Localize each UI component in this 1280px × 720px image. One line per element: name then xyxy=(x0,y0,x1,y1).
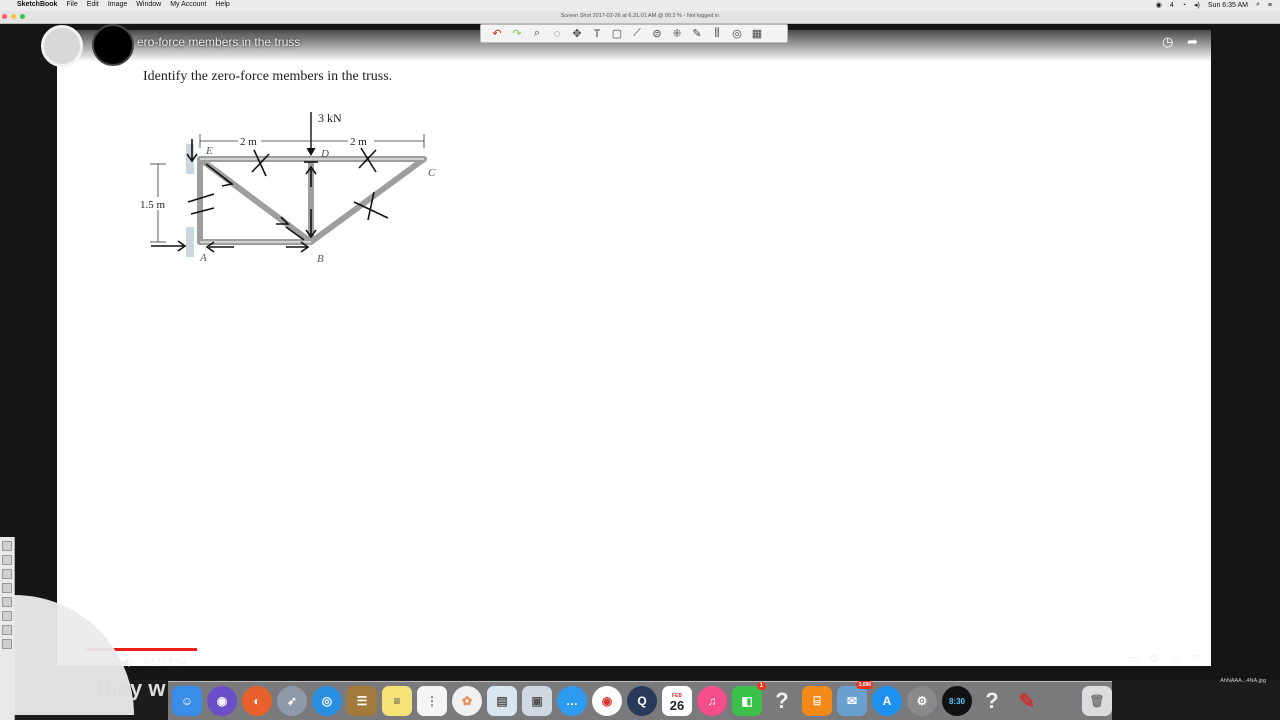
quicktime-icon[interactable]: Q xyxy=(627,686,657,716)
progress-bar[interactable] xyxy=(85,648,1200,651)
menu-file[interactable]: File xyxy=(66,1,77,8)
firefox-icon[interactable]: ◐ xyxy=(242,686,272,716)
menu-image[interactable]: Image xyxy=(108,1,127,8)
photos-icon[interactable]: ✿ xyxy=(452,686,482,716)
fullscreen-exit-icon[interactable]: ⤧ xyxy=(1192,654,1200,665)
chrome-icon[interactable]: ◉ xyxy=(592,686,622,716)
spotlight-icon[interactable]: ⌕ xyxy=(1256,1,1260,9)
truss-diagram: 3 kN 2 m 2 m 1.5 m E D C A B xyxy=(140,111,436,265)
window-title: Screen Shot 2017-02-26 at 6.31.01 AM @ 9… xyxy=(560,13,720,19)
notifications-icon[interactable]: ≡ xyxy=(1268,2,1272,9)
move-icon[interactable]: ✥ xyxy=(569,27,585,40)
ellipse-icon[interactable]: ⊜ xyxy=(649,27,665,40)
siri-icon[interactable]: ◉ xyxy=(207,686,237,716)
dock: ☺ ◉ ◐ ➶ ◎ ☰ ≡ ⋮ ✿ ▤ ▣ … ◉ Q FEB 26 ♫ ◧ 1… xyxy=(168,681,1112,720)
system-preferences-icon[interactable]: ⚙ xyxy=(907,686,937,716)
cast-icon[interactable]: ▭ xyxy=(1171,654,1180,665)
load-label: 3 kN xyxy=(318,111,342,125)
share-icon[interactable]: ➦ xyxy=(1187,34,1198,50)
app-store-icon[interactable]: A xyxy=(872,686,902,716)
trash-icon[interactable]: 🗑 xyxy=(1082,686,1112,716)
marker-tool-icon[interactable] xyxy=(2,555,12,565)
preview-icon[interactable]: ▤ xyxy=(487,686,517,716)
sketchbook-icon[interactable]: ✎ xyxy=(1012,686,1042,716)
brush-tool-icon[interactable] xyxy=(2,583,12,593)
unknown-app-icon[interactable]: ? xyxy=(767,686,797,716)
undo-icon[interactable]: ↶ xyxy=(489,27,505,40)
player-right-controls: ▭ ⚙ ▭ ⤧ xyxy=(1128,654,1200,665)
ruler-icon[interactable]: ⟋ xyxy=(629,27,645,40)
watch-later-icon[interactable]: ◷ xyxy=(1162,34,1173,50)
brush-color-swatch[interactable] xyxy=(92,24,134,66)
video-player[interactable]: Identify the zero-force members in the t… xyxy=(0,24,1280,680)
node-label-b: B xyxy=(317,253,324,265)
layer-icon[interactable]: ▢ xyxy=(609,27,625,40)
lecture-slide: Identify the zero-force members in the t… xyxy=(57,30,1211,666)
airbrush-tool-icon[interactable] xyxy=(2,597,12,607)
node-label-c: C xyxy=(428,167,436,179)
brush-properties-icon[interactable]: ⫼ xyxy=(709,27,725,40)
node-label-e: E xyxy=(205,145,213,157)
menu-help[interactable]: Help xyxy=(215,1,229,8)
reminders-icon[interactable]: ⋮ xyxy=(417,686,447,716)
desktop-file-label[interactable]: AhNAAA...4NA.jpg xyxy=(1220,678,1266,684)
wall-support-bottom xyxy=(186,227,194,257)
fill-tool-icon[interactable] xyxy=(2,639,12,649)
dimension-height: 1.5 m xyxy=(140,199,166,211)
window-titlebar: Screen Shot 2017-02-26 at 6.31.01 AM @ 9… xyxy=(0,11,1280,24)
clock-icon[interactable]: 8:30 xyxy=(942,686,972,716)
contacts-icon[interactable]: ☰ xyxy=(347,686,377,716)
ibooks-icon[interactable]: ⌸ xyxy=(802,686,832,716)
volume-icon[interactable]: ◂) xyxy=(1194,1,1200,9)
image-capture-icon[interactable]: ▣ xyxy=(522,686,552,716)
menu-clock[interactable]: Sun 6:35 AM xyxy=(1208,2,1248,9)
lasso-icon[interactable]: ◌ xyxy=(549,28,565,40)
user-avatar[interactable] xyxy=(41,25,83,67)
video-caption: they w xyxy=(97,676,166,701)
battery-status[interactable]: 4 xyxy=(1170,2,1174,9)
itunes-icon[interactable]: ♫ xyxy=(697,686,727,716)
time-display: 0:12 / 1:54 xyxy=(143,657,186,667)
launchpad-icon[interactable]: ➶ xyxy=(277,686,307,716)
smudge-tool-icon[interactable] xyxy=(2,625,12,635)
menu-edit[interactable]: Edit xyxy=(87,1,99,8)
problem-heading: Identify the zero-force members in the t… xyxy=(143,69,393,84)
menu-my-account[interactable]: My Account xyxy=(170,1,206,8)
sketchbook-toolbar: ↶ ↷ ⌕ ◌ ✥ T ▢ ⟋ ⊜ ⁜ ✎ ⫼ ◎ ▦ xyxy=(480,24,788,43)
settings-icon[interactable]: ⚙ xyxy=(1150,654,1159,665)
redo-icon[interactable]: ↷ xyxy=(509,27,525,40)
color-wheel-icon[interactable]: ◎ xyxy=(729,27,745,40)
symmetry-icon[interactable]: ⁜ xyxy=(669,27,685,40)
menu-app-name[interactable]: SketchBook xyxy=(17,1,57,8)
layers-panel-icon[interactable]: ▦ xyxy=(749,27,765,40)
text-icon[interactable]: T xyxy=(589,28,605,40)
unknown-app-icon-2[interactable]: ? xyxy=(977,686,1007,716)
pencil-tool-icon[interactable] xyxy=(2,541,12,551)
mail-icon[interactable]: ✉ 3,696 xyxy=(837,681,873,716)
pen-tool-icon[interactable] xyxy=(2,569,12,579)
menu-window[interactable]: Window xyxy=(136,1,161,8)
video-title[interactable]: ero-force members in the truss xyxy=(137,35,300,49)
messages-icon[interactable]: … xyxy=(557,686,587,716)
facetime-icon[interactable]: ◧ 1 xyxy=(732,682,766,716)
finder-icon[interactable]: ☺ xyxy=(172,686,202,716)
brush-library-icon[interactable]: ✎ xyxy=(689,27,705,40)
safari-icon[interactable]: ◎ xyxy=(312,686,342,716)
dimension-right: 2 m xyxy=(350,136,367,148)
eraser-tool-icon[interactable] xyxy=(2,611,12,621)
node-label-d: D xyxy=(320,148,329,160)
captions-icon[interactable]: ▭ xyxy=(1128,654,1137,665)
zoom-icon[interactable]: ⌕ xyxy=(529,27,545,40)
dimension-left: 2 m xyxy=(240,136,257,148)
truss-members xyxy=(197,156,427,245)
notes-icon[interactable]: ≡ xyxy=(382,686,412,716)
record-icon[interactable]: ◉ xyxy=(1156,1,1162,9)
node-label-a: A xyxy=(199,252,207,264)
left-tool-palette xyxy=(0,537,15,720)
calendar-icon[interactable]: FEB 26 xyxy=(662,686,692,716)
wifi-icon[interactable]: ◔ xyxy=(1182,2,1186,9)
